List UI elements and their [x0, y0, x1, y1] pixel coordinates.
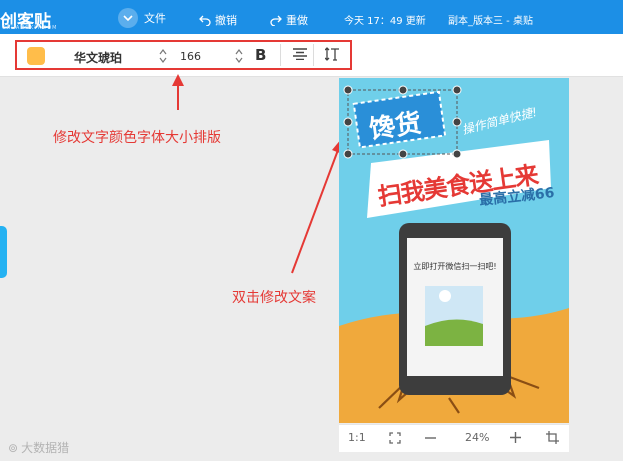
canvas-annotation: 双击修改文案: [232, 290, 316, 306]
fit-screen-icon[interactable]: [389, 432, 401, 444]
zoom-out-icon[interactable]: [425, 437, 436, 439]
watermark-text: 大数据猎: [21, 441, 70, 455]
ratio-button[interactable]: 1:1: [348, 431, 366, 444]
canvas-arrow: [291, 138, 342, 274]
toolbar-annotation: 修改文字颜色字体大小排版: [53, 130, 221, 146]
zoom-in-icon[interactable]: [510, 432, 521, 443]
watermark-icon: ⊚: [8, 440, 19, 455]
side-panel-tab[interactable]: [0, 226, 7, 278]
watermark: ⊚ 大数据猎: [8, 439, 69, 456]
zoom-level: 24%: [465, 431, 490, 444]
zoom-bar: 1:1 24%: [339, 424, 569, 452]
poster-badge-text[interactable]: 馋货: [367, 103, 424, 147]
toolbar-arrow: [172, 74, 184, 110]
design-canvas[interactable]: 馋货 操作简单快捷! 扫我美食送上来 最高立减66 立即打开微信扫一扫吧!: [339, 78, 569, 423]
poster-phone-text[interactable]: 立即打开微信扫一扫吧!: [413, 261, 497, 272]
crop-icon[interactable]: [546, 431, 559, 444]
